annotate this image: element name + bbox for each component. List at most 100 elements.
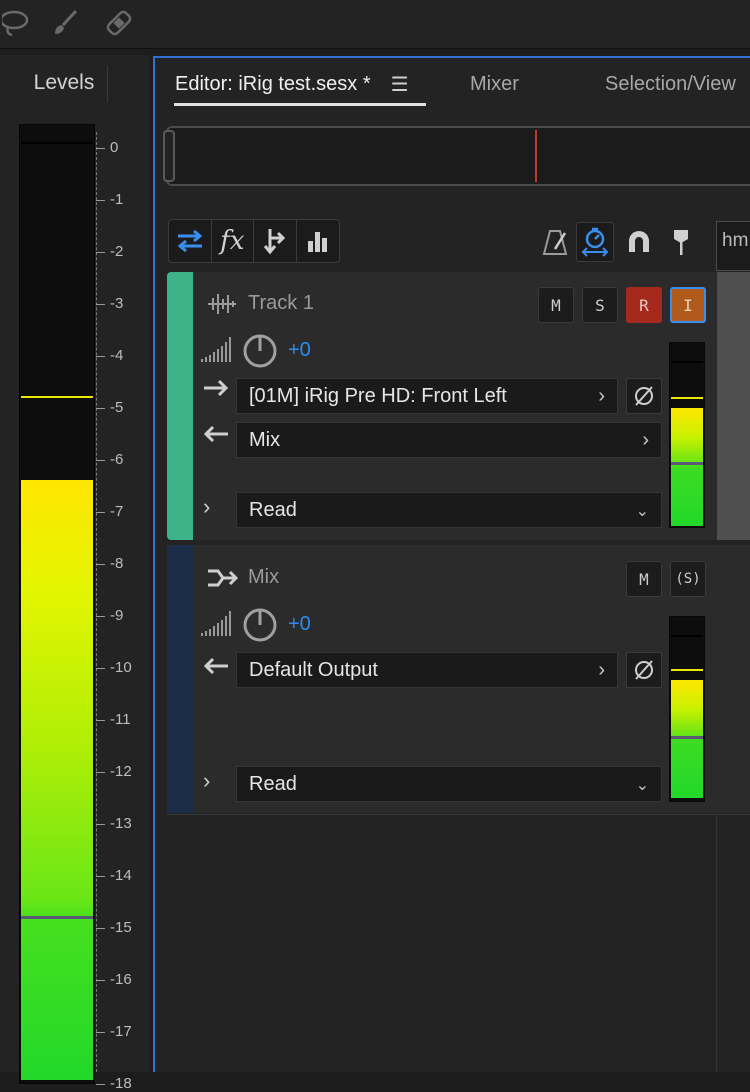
brush-icon[interactable]	[48, 6, 82, 40]
meter-scale-label: -2	[110, 243, 124, 260]
active-tab-indicator	[174, 103, 426, 106]
volume-bars-icon	[200, 608, 232, 643]
automation-mode-select[interactable]: Read ⌄	[236, 766, 662, 802]
sends-icon[interactable]	[254, 220, 297, 262]
meter-scale-tick	[96, 356, 105, 357]
meter-scale-label: -7	[110, 503, 124, 520]
phase-invert-button[interactable]	[626, 652, 662, 688]
mute-button[interactable]: M	[538, 287, 574, 323]
meter-scale-label: -17	[110, 1023, 132, 1040]
phase-invert-button[interactable]	[626, 378, 662, 414]
meter-scale-tick	[96, 616, 105, 617]
clip-indicator[interactable]	[21, 142, 93, 144]
track-name[interactable]: Mix	[248, 566, 279, 589]
meter-scale-tick	[96, 408, 105, 409]
input-select[interactable]: [01M] iRig Pre HD: Front Left ›	[236, 378, 618, 414]
effects-icon[interactable]: fx	[212, 220, 254, 262]
chevron-right-icon: ›	[598, 385, 605, 407]
mix-average-line	[671, 736, 703, 739]
snap-magnet-icon[interactable]	[620, 222, 658, 262]
track-color-bar[interactable]	[167, 545, 193, 813]
output-select-value: Default Output	[249, 658, 378, 681]
meter-scale-tick	[96, 720, 105, 721]
meter-scale-label: -13	[110, 815, 132, 832]
meter-scale-ruler	[96, 132, 98, 1072]
meter-scale-label: -6	[110, 451, 124, 468]
solo-safe-button[interactable]: (S)	[670, 561, 706, 597]
metronome-icon[interactable]	[536, 222, 574, 262]
mix-peak-line	[671, 669, 703, 671]
time-display[interactable]: hm	[716, 221, 750, 271]
expand-chevron-icon[interactable]: ›	[203, 494, 210, 520]
level-meter-fill	[21, 480, 93, 1080]
expand-chevron-icon[interactable]: ›	[203, 768, 210, 794]
zoom-navigator-handle[interactable]	[163, 130, 175, 182]
mix-clip-indicator[interactable]	[671, 635, 703, 637]
meter-scale-tick	[96, 928, 105, 929]
waveform-track-icon	[206, 290, 238, 323]
peak-hold-line	[21, 396, 93, 398]
inputs-outputs-icon[interactable]	[169, 220, 212, 262]
tab-editor[interactable]: Editor: iRig test.sesx * ☰	[175, 60, 409, 108]
record-arm-button[interactable]: R	[626, 287, 662, 323]
chevron-right-icon: ›	[598, 659, 605, 681]
output-select-value: Mix	[249, 428, 281, 451]
timed-record-icon[interactable]	[576, 222, 614, 262]
track-divider	[167, 814, 750, 815]
meter-scale-tick	[96, 980, 105, 981]
mute-button[interactable]: M	[626, 561, 662, 597]
timeline-mix[interactable]	[717, 545, 750, 813]
bus-arrow-icon	[206, 565, 239, 596]
chevron-right-icon: ›	[642, 429, 649, 451]
meter-scale-label: -12	[110, 763, 132, 780]
output-arrow-icon	[202, 424, 230, 450]
track-controls-group: fx	[168, 219, 340, 263]
lasso-icon[interactable]	[0, 6, 34, 40]
volume-knob[interactable]	[242, 333, 278, 374]
automation-mode-value: Read	[249, 772, 297, 795]
output-select[interactable]: Mix ›	[236, 422, 662, 458]
output-arrow-icon	[202, 656, 230, 682]
meter-scale-label: -1	[110, 191, 124, 208]
zoom-navigator[interactable]	[166, 126, 750, 186]
meter-scale-label: -16	[110, 971, 132, 988]
track-clip-indicator[interactable]	[671, 361, 703, 363]
timeline-track-1[interactable]	[717, 272, 750, 540]
track-meter-fill	[671, 408, 703, 526]
meter-scale-tick	[96, 512, 105, 513]
meter-scale-tick	[96, 304, 105, 305]
automation-mode-select[interactable]: Read ⌄	[236, 492, 662, 528]
spot-healing-icon[interactable]	[102, 6, 136, 40]
mix-meter-fill	[671, 680, 703, 798]
marker-pin-icon[interactable]	[662, 222, 700, 262]
tab-levels[interactable]: Levels	[14, 58, 114, 108]
playhead-marker[interactable]	[535, 130, 537, 182]
meter-scale-label: -10	[110, 659, 132, 676]
meter-scale-tick	[96, 564, 105, 565]
meter-scale-label: 0	[110, 139, 119, 156]
column-divider	[716, 815, 717, 1072]
meter-scale-label: -8	[110, 555, 124, 572]
volume-value[interactable]: +0	[288, 339, 311, 362]
eq-icon[interactable]	[297, 220, 339, 262]
monitor-input-button[interactable]: I	[670, 287, 706, 323]
input-arrow-icon	[202, 378, 230, 404]
meter-scale-tick	[96, 1084, 105, 1085]
volume-bars-icon	[200, 334, 232, 369]
tab-divider	[107, 66, 108, 102]
tab-selection-view[interactable]: Selection/View	[605, 60, 736, 108]
solo-button[interactable]: S	[582, 287, 618, 323]
panel-menu-icon[interactable]: ☰	[391, 72, 409, 97]
meter-scale-label: -9	[110, 607, 124, 624]
meter-scale-label: -15	[110, 919, 132, 936]
track-name[interactable]: Track 1	[248, 292, 314, 315]
track-color-bar[interactable]	[167, 272, 193, 540]
volume-value[interactable]: +0	[288, 613, 311, 636]
output-select[interactable]: Default Output ›	[236, 652, 618, 688]
volume-knob[interactable]	[242, 607, 278, 648]
tab-editor-label: Editor: iRig test.sesx *	[175, 72, 371, 95]
meter-scale-label: -5	[110, 399, 124, 416]
tab-mixer[interactable]: Mixer	[470, 60, 519, 108]
meter-scale-tick	[96, 876, 105, 877]
input-select-value: [01M] iRig Pre HD: Front Left	[249, 384, 507, 407]
